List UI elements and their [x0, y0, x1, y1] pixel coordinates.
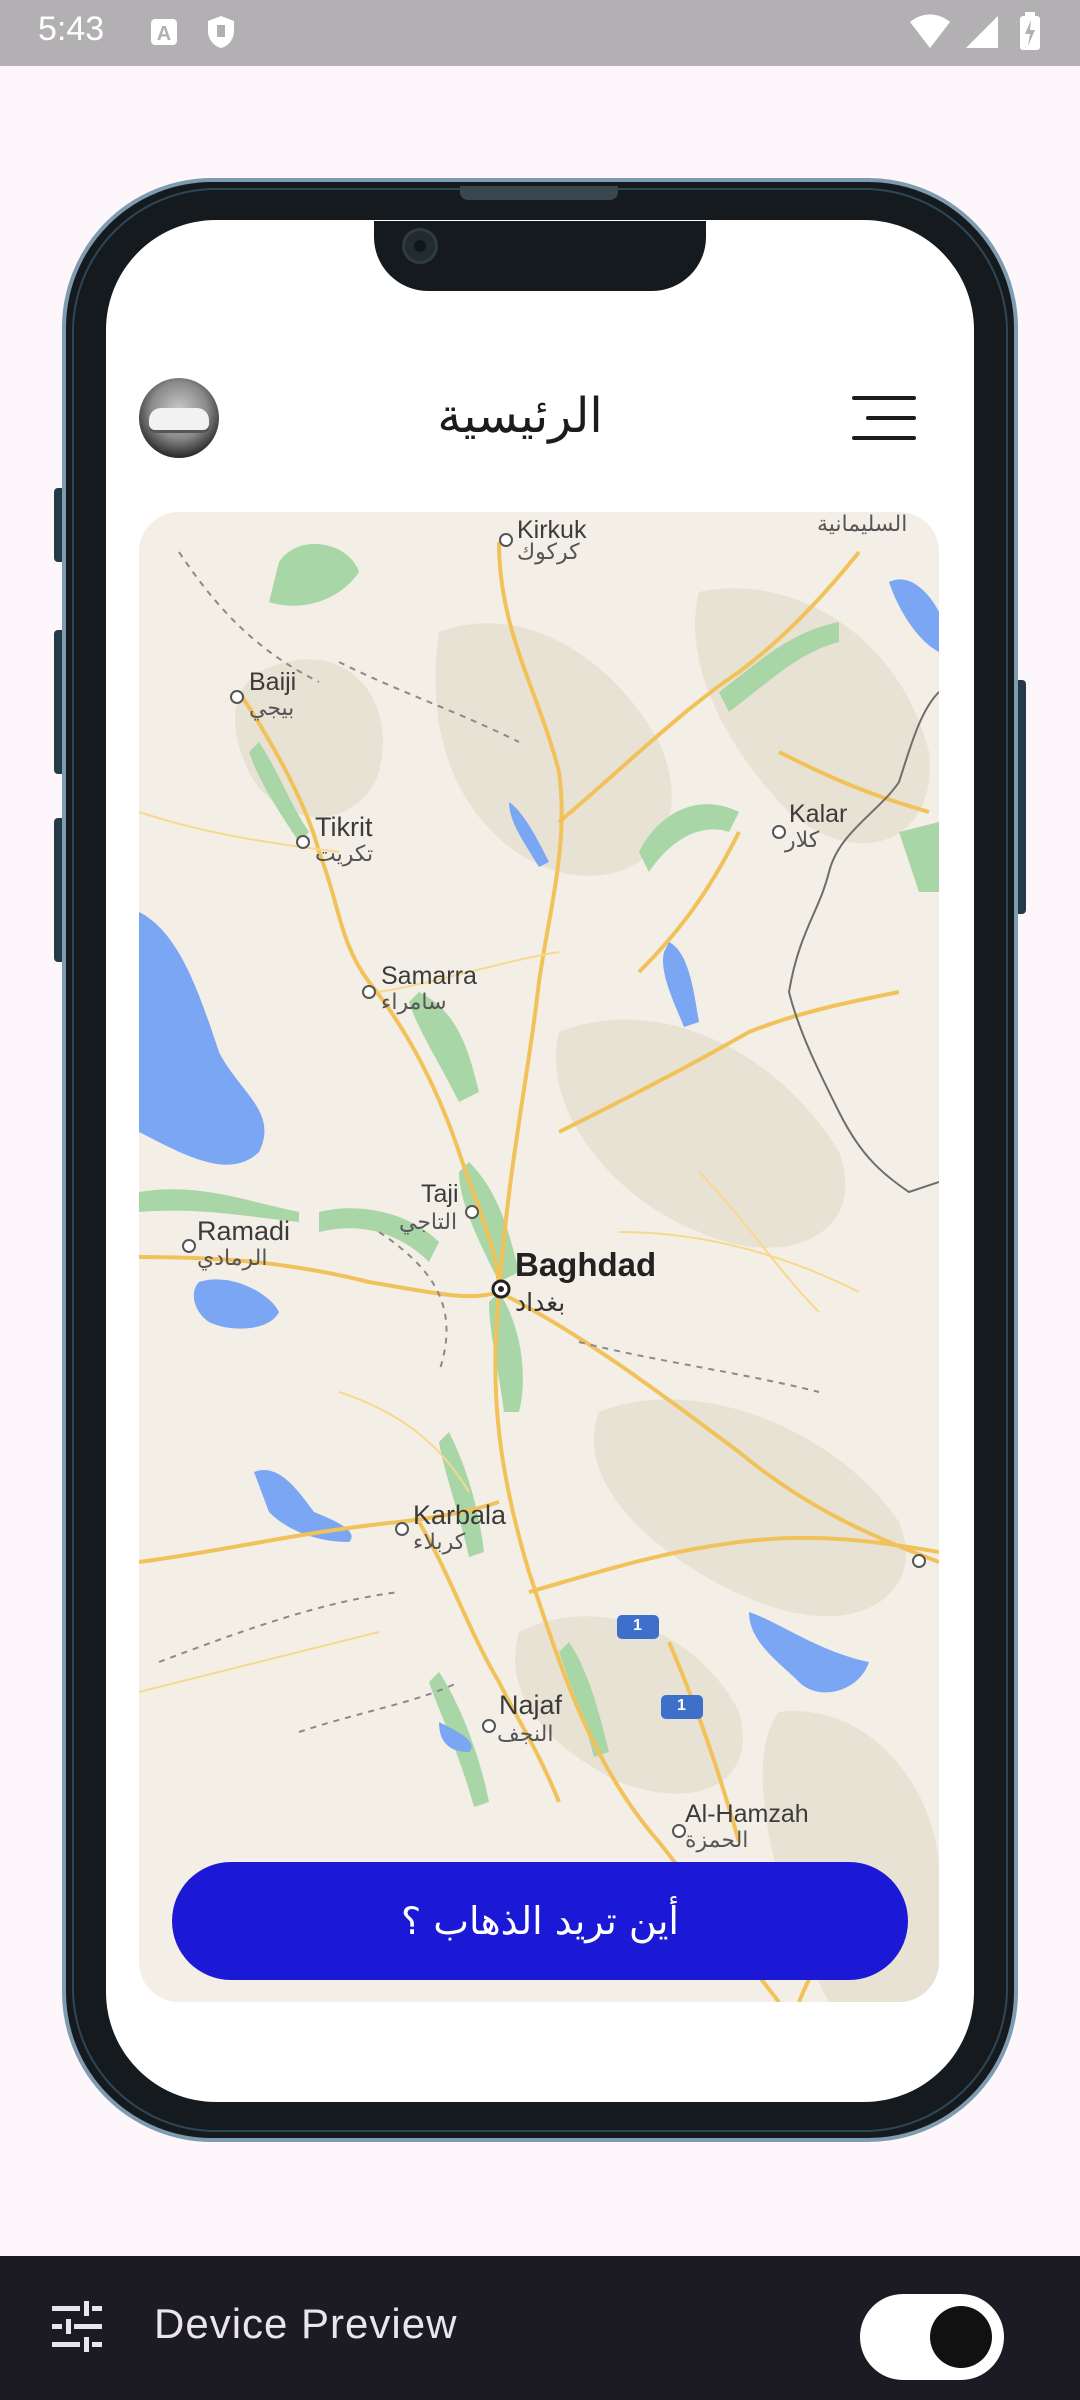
map-label-alhamzah: Al-Hamzah	[685, 1800, 809, 1828]
status-bar: 5:43 A	[0, 0, 1080, 66]
map-label-ramadi-ar: الرمادي	[197, 1246, 268, 1271]
map-label-samarra-ar: سامراء	[381, 990, 447, 1015]
menu-button[interactable]	[852, 394, 916, 444]
map-label-najaf-ar: النجف	[497, 1722, 554, 1747]
map-label-alhamzah-ar: الحمزة	[685, 1828, 749, 1853]
profile-avatar[interactable]	[139, 378, 219, 458]
map-label-taji: Taji	[421, 1180, 459, 1208]
device-preview-bar: Device Preview	[0, 2212, 1080, 2400]
map-label-baghdad-ar: بغداد	[515, 1288, 566, 1317]
map-label-karbala-ar: كربلاء	[413, 1530, 466, 1555]
device-preview-title: Device Preview	[154, 2300, 458, 2347]
highway-shield-label: 1	[633, 1617, 642, 1634]
map-label-baiji: Baiji	[249, 668, 297, 696]
where-to-go-button[interactable]: أين تريد الذهاب ؟	[172, 1862, 908, 1980]
map-label-sulaymaniyah-ar: السليمانية	[817, 512, 908, 537]
map-label-ramadi: Ramadi	[197, 1216, 291, 1246]
map-label-baiji-ar: بيجي	[249, 696, 295, 721]
a-icon: A	[151, 19, 177, 45]
speaker-grille	[460, 186, 618, 200]
front-camera	[402, 228, 438, 264]
hamburger-menu-icon	[852, 396, 916, 400]
map-label-kirkuk-ar: كركوك	[517, 540, 580, 565]
toggle-knob	[930, 2306, 992, 2368]
map-label-baghdad: Baghdad	[515, 1246, 657, 1283]
map-label-kalar: Kalar	[789, 800, 848, 828]
map-label-tikrit: Tikrit	[315, 812, 373, 842]
highway-shield-label: 1	[677, 1697, 686, 1714]
map-label-taji-ar: التاجي	[399, 1210, 458, 1235]
device-preview-toggle[interactable]	[860, 2294, 1004, 2380]
map-view[interactable]: Kirkuk كركوك السليمانية Baiji بيجي Tikri…	[139, 512, 939, 2002]
svg-text:A: A	[157, 23, 171, 45]
map-label-kalar-ar: كلار	[785, 828, 820, 853]
map-label-karbala: Karbala	[413, 1500, 507, 1530]
car-image	[149, 408, 209, 430]
map-label-tikrit-ar: تكريت	[315, 842, 374, 867]
wifi-icon	[910, 14, 950, 48]
status-time: 5:43	[38, 10, 105, 48]
map-label-samarra: Samarra	[381, 962, 477, 990]
map-label-najaf: Najaf	[499, 1690, 563, 1720]
tune-icon[interactable]	[50, 2300, 104, 2354]
menu-line	[852, 436, 916, 440]
shield-icon	[208, 16, 234, 48]
battery-charging-icon	[1020, 12, 1040, 50]
signal-icon	[966, 16, 998, 48]
page-title: الرئيسية	[437, 388, 603, 444]
menu-line	[866, 416, 916, 420]
